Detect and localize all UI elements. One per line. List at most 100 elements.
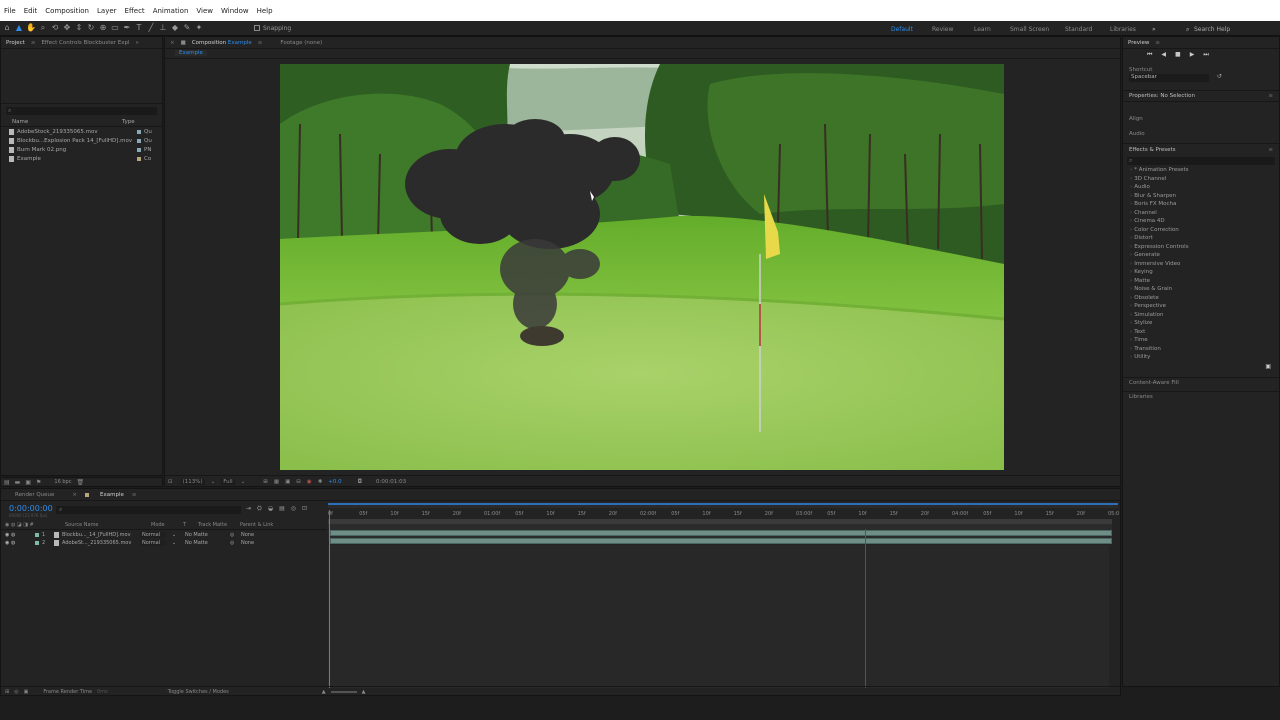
reset-icon[interactable]: ↺ [1217,73,1222,80]
menu-composition[interactable]: Composition [45,7,89,15]
zoom-in-icon[interactable]: ▲ [362,689,366,695]
effects-category-item[interactable]: Expression Controls [1123,244,1279,253]
next-frame-icon[interactable]: ▶ [1190,51,1195,58]
visibility-icon[interactable]: ◉ ◍ [5,532,35,538]
effects-category-item[interactable]: Perspective [1123,303,1279,312]
layer-name[interactable]: AdobeSt..._219335065.mov [62,540,140,546]
menu-edit[interactable]: Edit [24,7,38,15]
roto-brush-icon[interactable]: ✎ [182,23,192,33]
effects-category-item[interactable]: Audio [1123,184,1279,193]
parent-dropdown[interactable]: None [238,540,254,546]
label-color-swatch[interactable] [137,147,141,152]
workspace-learn[interactable]: Learn [974,26,991,33]
panel-menu-icon[interactable]: ≡ [1155,40,1160,46]
pan-tool-icon[interactable]: ✥ [62,23,72,33]
magnification-dropdown[interactable]: (113%) [180,478,205,485]
layer-label-color[interactable] [35,541,39,545]
layer-switches-icon[interactable]: ⊞ [5,689,9,695]
grid-guides-icon[interactable]: ⊟ [296,479,301,485]
project-item[interactable]: Example Co [1,154,162,163]
adjust-project-icon[interactable]: ⚑ [36,479,41,486]
selection-tool-icon[interactable]: ▲ [14,23,24,33]
menu-window[interactable]: Window [221,7,249,15]
in-out-icon[interactable]: ▣ [24,689,29,695]
snapping-checkbox[interactable] [254,25,260,31]
tab-example[interactable]: Example [100,492,124,498]
zoom-tool-icon[interactable]: ⌕ [38,23,48,33]
current-time-indicator[interactable] [329,510,330,688]
time-ruler[interactable]: 0f 05f 10f 15f 20f 01:00f 05f 10f 15f 20f 02:00f 05… [328,511,1119,519]
preview-title[interactable]: Preview [1128,40,1149,46]
menu-help[interactable]: Help [257,7,273,15]
effects-category-item[interactable]: Generate [1123,252,1279,261]
more-workspaces-icon[interactable]: » [1152,26,1156,33]
effects-category-item[interactable]: Utility [1123,354,1279,363]
new-folder-icon[interactable]: ▣ [1123,363,1279,373]
effects-category-item[interactable]: Blur & Sharpen [1123,193,1279,202]
puppet-pin-icon[interactable]: ✦ [194,23,204,33]
menu-effect[interactable]: Effect [125,7,145,15]
effects-category-item[interactable]: Color Correction [1123,227,1279,236]
chevron-down-icon[interactable]: ⌄ [166,532,182,538]
workspace-default[interactable]: Default [891,26,913,33]
effects-category-item[interactable]: Noise & Grain [1123,286,1279,295]
lock-icon[interactable]: ■ [181,40,186,46]
search-help-input[interactable]: Search Help [1194,26,1230,33]
column-t[interactable]: T [183,522,198,528]
project-item[interactable]: Burn Mark 02.png PN [1,145,162,154]
composition-viewer[interactable] [280,64,1004,470]
zoom-out-icon[interactable]: ▲ [322,689,326,695]
shy-layers-icon[interactable]: ◒ [268,505,273,513]
column-track-matte[interactable]: Track Matte [198,522,240,528]
project-item[interactable]: Blockbu...Explosion Pack 14_[FullHD].mov… [1,136,162,145]
dolly-tool-icon[interactable]: ⇕ [74,23,84,33]
panel-menu-icon[interactable]: ≡ [1268,147,1273,153]
layer-mode-dropdown[interactable]: Normal [140,532,166,538]
exposure-icon[interactable]: ✺ [318,479,323,485]
effects-category-item[interactable]: Text [1123,329,1279,338]
panel-menu-icon[interactable]: ≡ [258,40,263,46]
first-frame-icon[interactable]: ⏮ [1147,51,1152,59]
effects-category-item[interactable]: Obsolete [1123,295,1279,304]
chevron-down-icon[interactable]: ⌄ [211,479,216,485]
draft-3d-icon[interactable]: ⛭ [257,505,262,513]
work-area-bar[interactable] [328,503,1118,508]
effects-search-input[interactable]: ⌕ [1127,157,1275,165]
motion-blur-icon[interactable]: ◎ [291,505,296,513]
effects-category-item[interactable]: Simulation [1123,312,1279,321]
region-of-interest-icon[interactable]: ⊞ [263,479,268,485]
hand-tool-icon[interactable]: ✋ [26,23,36,33]
layer-label-color[interactable] [35,533,39,537]
new-comp-icon[interactable]: ▣ [25,479,31,486]
pan-behind-icon[interactable]: ⊕ [98,23,108,33]
shortcut-dropdown[interactable]: Spacebar [1129,74,1209,82]
brush-tool-icon[interactable]: ╱ [146,23,156,33]
column-name[interactable]: Name [12,119,122,125]
project-search-input[interactable]: ⌕ [6,107,157,115]
label-color-swatch[interactable] [137,156,141,161]
rectangle-tool-icon[interactable]: ▭ [110,23,120,33]
effects-category-item[interactable]: Transition [1123,346,1279,355]
align-panel[interactable]: Align [1123,116,1279,126]
snapshot-icon[interactable]: ◘ [358,479,362,485]
interpret-footage-icon[interactable]: ▤ [4,479,10,486]
tab-project[interactable]: Project [6,40,25,46]
transparency-grid-icon[interactable]: ▦ [274,479,279,485]
playhead-marker[interactable] [865,529,866,688]
frame-blending-icon[interactable]: ▤ [279,505,285,513]
label-color-swatch[interactable] [137,138,141,143]
resolution-dropdown[interactable]: Full [221,478,235,485]
transfer-controls-icon[interactable]: ◎ [14,689,18,695]
effects-category-item[interactable]: Channel [1123,210,1279,219]
panel-menu-icon[interactable]: ≡ [1268,93,1273,99]
previous-frame-icon[interactable]: ◀ [1161,51,1166,58]
column-source-name[interactable]: Source Name [65,522,151,528]
tab-composition[interactable]: Composition Example [192,40,252,46]
track-matte-dropdown[interactable]: No Matte [182,540,224,546]
layer-mode-dropdown[interactable]: Normal [140,540,166,546]
column-mode[interactable]: Mode [151,522,183,528]
timeline-layer-row[interactable]: ◉ ◍ 2 AdobeSt..._219335065.mov Normal ⌄ No Ma… [1,539,326,547]
home-icon[interactable]: ⌂ [2,23,12,33]
comp-mini-flowchart-icon[interactable]: ⇥ [246,505,251,513]
label-color-swatch[interactable] [137,129,141,134]
